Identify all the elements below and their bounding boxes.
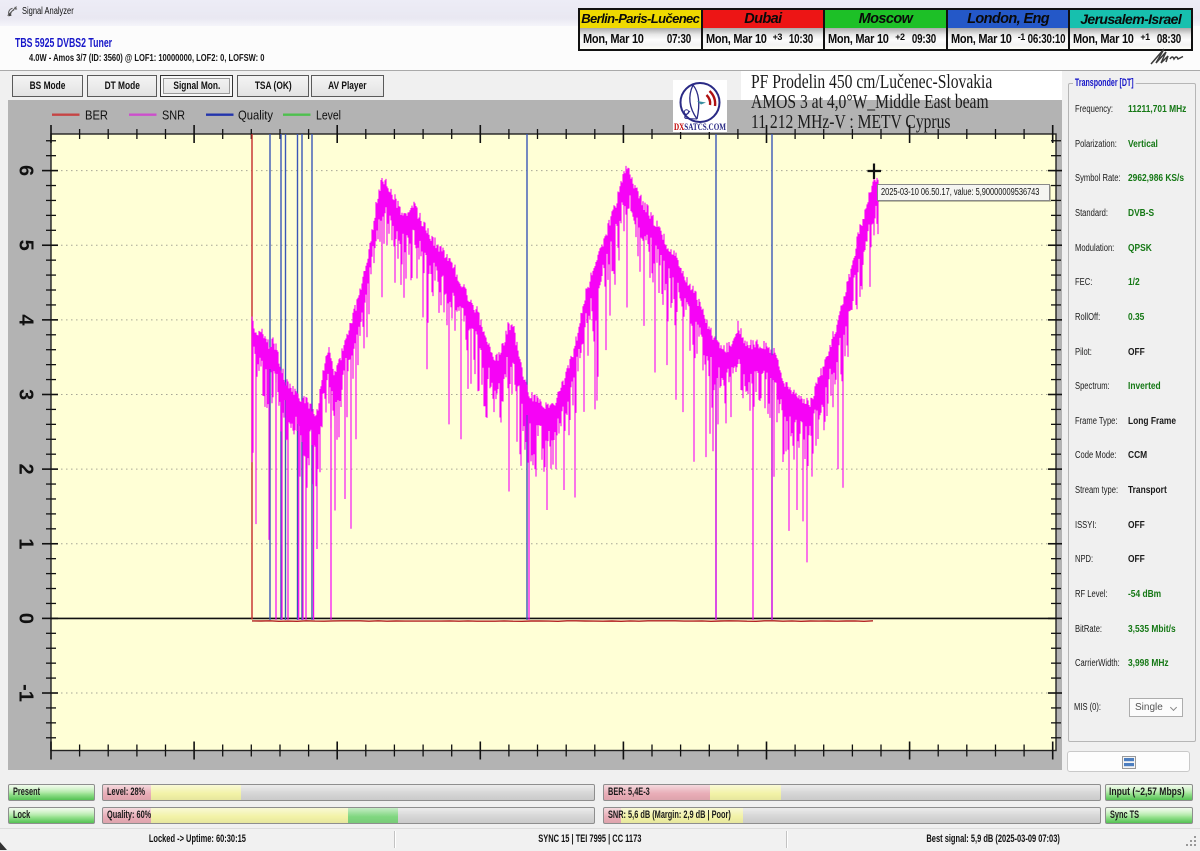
svg-text:2: 2 [15,464,37,475]
svg-text:1: 1 [15,538,37,549]
svg-text:3: 3 [15,389,37,400]
svg-text:4: 4 [15,314,37,326]
svg-text:Level: Level [316,108,341,123]
svg-text:5: 5 [15,240,37,251]
svg-text:SNR: SNR [162,108,185,123]
svg-text:0: 0 [15,613,37,624]
svg-text:-1: -1 [15,684,37,702]
svg-text:BER: BER [85,108,108,123]
svg-text:Quality: Quality [238,108,273,123]
svg-text:6: 6 [15,165,37,176]
svg-text:DXSATCS.COM: DXSATCS.COM [674,122,726,132]
